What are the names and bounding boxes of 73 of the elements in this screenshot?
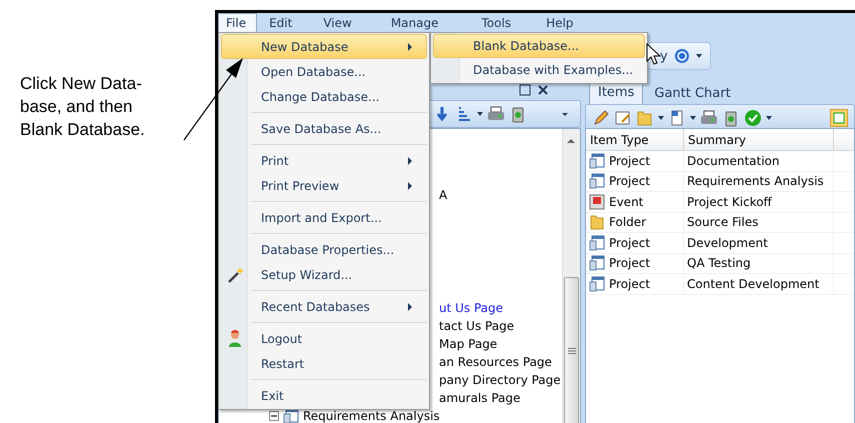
project-icon <box>589 173 605 190</box>
folder-icon <box>589 214 605 230</box>
menu-item[interactable]: Print Preview <box>221 173 427 198</box>
table-cell: Documentation <box>684 151 834 170</box>
caret-icon[interactable] <box>690 116 696 120</box>
menu-bar-item[interactable]: Tools <box>474 13 522 33</box>
printer-icon[interactable] <box>487 105 505 123</box>
menu-bar-item[interactable]: File <box>218 13 258 33</box>
toolbar-button[interactable]: y <box>647 42 711 70</box>
caret-icon[interactable] <box>477 112 483 116</box>
printer-icon[interactable] <box>700 109 718 127</box>
table-cell: Project <box>586 233 684 252</box>
tree-item[interactable]: tact Us Page <box>439 319 514 333</box>
close-icon <box>537 84 549 96</box>
collapse-icon[interactable] <box>269 411 279 421</box>
menu-item[interactable]: Open Database... <box>221 59 427 84</box>
menu-item[interactable]: Exit <box>221 383 427 408</box>
menu-item[interactable]: Recent Databases <box>221 294 427 319</box>
tree-item[interactable]: pany Directory Page <box>439 373 561 387</box>
table-cell: Development <box>684 233 834 252</box>
project-icon <box>589 234 605 251</box>
tree-item[interactable]: Requirements Analysis <box>303 409 440 423</box>
grip-icon <box>568 348 576 354</box>
table-cell: Requirements Analysis <box>684 172 834 191</box>
menu-item[interactable]: Blank Database... <box>433 34 645 58</box>
highlighted-tool-icon[interactable] <box>830 109 848 127</box>
table-cell: Project <box>586 274 684 294</box>
table-cell: Project <box>586 172 684 191</box>
caret-icon[interactable] <box>766 116 772 120</box>
menu-item[interactable]: Save Database As... <box>221 116 427 141</box>
scrollbar[interactable] <box>562 129 580 423</box>
calendar-icon <box>589 194 605 210</box>
menu-bar-item[interactable]: View <box>315 13 363 33</box>
help-icon <box>674 48 690 64</box>
callout-text: Click New Data- base, and then Blank Database. <box>20 73 146 141</box>
column-header[interactable]: Item Type <box>586 129 684 150</box>
column-header[interactable]: Summary <box>684 129 834 150</box>
table-cell: Event <box>586 192 684 212</box>
table-cell: Project <box>586 254 684 273</box>
note-edit-icon[interactable] <box>614 109 632 127</box>
menu-item[interactable]: Logout <box>221 326 427 351</box>
menu-item[interactable]: Database with Examples... <box>433 58 645 82</box>
table-cell: Source Files <box>684 212 834 232</box>
table-cell: Project <box>586 151 684 170</box>
tree-item[interactable]: ut Us Page <box>439 301 504 315</box>
check-icon[interactable] <box>744 109 762 127</box>
tree-item[interactable]: an Resources Page <box>439 355 552 369</box>
menu-bar-item[interactable]: Edit <box>261 13 304 33</box>
menu-item[interactable]: Print <box>221 148 427 173</box>
menu-bar-item[interactable]: Help <box>538 13 584 33</box>
menu-item[interactable]: Restart <box>221 351 427 376</box>
table-cell: Project Kickoff <box>684 192 834 212</box>
menu-item[interactable]: Import and Export... <box>221 205 427 230</box>
restore-icon <box>519 84 531 96</box>
tree-item[interactable]: A <box>439 188 448 202</box>
magic-wand-icon <box>227 266 245 284</box>
table-cell: Folder <box>586 212 684 232</box>
tab[interactable]: Gantt Chart <box>645 82 740 104</box>
table-cell: QA Testing <box>684 254 834 273</box>
tree-item[interactable]: amurals Page <box>439 391 520 405</box>
project-icon <box>589 255 605 272</box>
project-icon <box>589 152 605 169</box>
menu-bar-item[interactable]: Manage <box>382 13 450 33</box>
project-icon <box>589 276 605 292</box>
caret-icon[interactable] <box>658 116 664 120</box>
table-cell: Content Development <box>684 274 834 294</box>
caret-icon <box>696 54 702 58</box>
menu-item[interactable]: New Database <box>221 34 427 59</box>
tree-item[interactable]: Map Page <box>439 337 498 351</box>
menu-item[interactable]: Change Database... <box>221 84 427 109</box>
menu-item[interactable]: Database Properties... <box>221 237 427 262</box>
menu-item[interactable]: Setup Wizard... <box>221 262 427 287</box>
user-icon <box>227 330 243 348</box>
